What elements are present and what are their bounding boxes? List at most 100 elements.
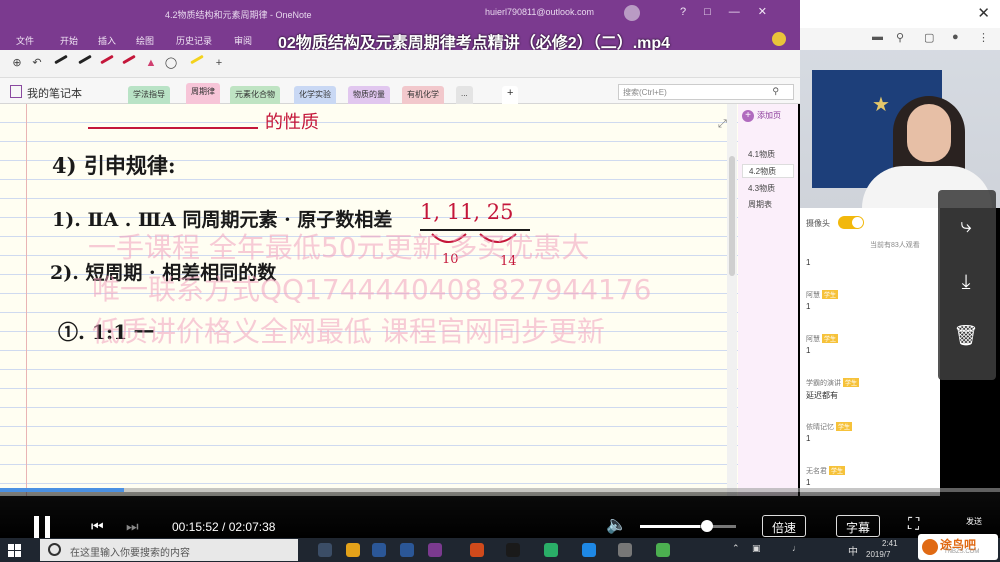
watermark-line-2: 唯一联系方式QQ1744440408 827944176	[92, 273, 652, 306]
menu-home[interactable]: 开始	[60, 34, 78, 47]
windows-taskbar: 在这里输入你要搜索的内容 ⌃ ▣ ♩ 中 2:41 2019/7	[0, 538, 1000, 562]
page-list-panel	[738, 104, 798, 496]
fullscreen-icon[interactable]: ⛶	[908, 516, 919, 534]
search-icon[interactable]: ⚲	[772, 86, 779, 97]
qq-icon[interactable]	[506, 543, 520, 557]
role-badge: 学生	[836, 422, 853, 431]
watermark-line-1: 一手课程 全年最低50元更新 多买优惠大	[88, 231, 590, 264]
tab-more[interactable]: ...	[456, 86, 473, 104]
site-badge: 途鸟吧 TNBZS.COM	[918, 534, 998, 560]
menu-history[interactable]: 历史记录	[176, 34, 212, 47]
menu-review[interactable]: 审阅	[234, 34, 252, 47]
scrollbar-thumb[interactable]	[729, 156, 735, 276]
total-time: 02:07:38	[228, 520, 276, 534]
account-email[interactable]: huierl790811@outlook.com	[485, 7, 594, 17]
expand-icon[interactable]: ⤢	[718, 118, 727, 131]
page-item-4-2[interactable]: 4.2物质	[742, 164, 794, 178]
pause-icon[interactable]	[32, 516, 52, 538]
taskbar-search[interactable]: 在这里输入你要搜索的内容	[40, 539, 298, 561]
chrome-icon[interactable]	[656, 543, 670, 557]
highlighter-icon[interactable]	[190, 54, 204, 65]
powerpoint-icon[interactable]	[470, 543, 484, 557]
page-item-periodic-table[interactable]: 周期表	[742, 198, 794, 212]
tray-chevron-icon[interactable]: ⌃	[732, 543, 740, 554]
cortana-icon[interactable]	[48, 543, 61, 556]
undo-icon[interactable]: ↶	[30, 56, 44, 70]
account-avatar[interactable]	[624, 5, 640, 21]
ime-indicator[interactable]: 中	[848, 543, 858, 558]
tab-section-experiment[interactable]: 化学实验	[294, 86, 336, 104]
clock-date[interactable]: 2019/7	[866, 550, 890, 559]
tab-section-periodic[interactable]: 周期律	[186, 83, 220, 104]
share-icon[interactable]: ⤷	[952, 212, 980, 240]
close-icon[interactable]: ✕	[977, 4, 990, 22]
role-badge: 学生	[829, 466, 846, 475]
volume-fill	[640, 525, 701, 528]
network-icon[interactable]: ▣	[752, 543, 761, 554]
trash-icon[interactable]: 🗑	[952, 322, 980, 350]
task-view-icon[interactable]	[318, 543, 332, 557]
tab-section-guide[interactable]: 学法指导	[128, 86, 170, 104]
author-name: 无名君	[806, 468, 827, 475]
window-icon[interactable]: ▢	[924, 31, 934, 44]
page-margin-line	[26, 104, 27, 496]
add-section-button[interactable]: +	[502, 86, 519, 104]
draw-toolbar: ⊕ ↶ ▲ ◯ +	[0, 50, 800, 78]
page-scrollbar[interactable]	[727, 104, 737, 496]
tab-section-organic[interactable]: 有机化学	[402, 86, 444, 104]
chat-message-text: 1	[806, 302, 811, 311]
windows-start-icon[interactable]	[8, 544, 21, 557]
role-badge: 学生	[843, 378, 860, 387]
obs-icon[interactable]	[618, 543, 632, 557]
pen-black-2-icon[interactable]	[78, 54, 92, 65]
search-placeholder: 搜索(Ctrl+E)	[623, 88, 667, 97]
minus-icon[interactable]: ▬	[872, 31, 883, 43]
lasso-icon[interactable]: ⊕	[10, 56, 24, 70]
user-icon[interactable]: ●	[952, 31, 959, 43]
chat-message-text: 1	[806, 258, 811, 267]
window-controls[interactable]: ?□—✕	[680, 5, 785, 18]
store-icon[interactable]	[400, 543, 414, 557]
author-name: 阿慧	[806, 292, 820, 299]
pen-red-icon[interactable]	[100, 54, 114, 65]
tab-section-compounds[interactable]: 元素化合物	[230, 86, 280, 104]
wechat-icon[interactable]	[544, 543, 558, 557]
notebook-bar: 我的笔记本 学法指导 周期律 元素化合物 化学实验 物质的量 有机化学 ... …	[0, 78, 800, 104]
page-item-4-1[interactable]: 4.1物质	[742, 148, 794, 162]
screen: 4.2物质结构和元素周期律 - OneNote huierl790811@out…	[0, 0, 1000, 562]
explorer-icon[interactable]	[346, 543, 360, 557]
camera-toggle[interactable]	[838, 216, 864, 229]
volume-knob[interactable]	[701, 520, 713, 532]
send-label[interactable]: 发送	[966, 516, 982, 527]
search-box[interactable]: 搜索(Ctrl+E) ⚲	[618, 84, 794, 100]
speed-button[interactable]: 倍速	[762, 515, 807, 537]
menu-file[interactable]: 文件	[16, 34, 34, 47]
volume-icon[interactable]: 🔈	[606, 515, 627, 535]
edge-icon[interactable]	[582, 543, 596, 557]
page-item-4-3[interactable]: 4.3物质	[742, 182, 794, 196]
add-page-button[interactable]: 添加页	[742, 110, 781, 122]
tab-section-moles[interactable]: 物质的量	[348, 86, 390, 104]
next-icon[interactable]: ⏭	[126, 518, 144, 534]
pen-black-icon[interactable]	[54, 54, 68, 65]
add-pen-icon[interactable]: +	[212, 56, 226, 70]
pen-red-2-icon[interactable]	[122, 54, 136, 65]
shapes-icon[interactable]: ◯	[164, 56, 178, 70]
download-icon[interactable]: ⤓	[952, 268, 980, 296]
word-icon[interactable]	[372, 543, 386, 557]
menu-draw[interactable]: 绘图	[136, 34, 154, 47]
onenote-icon[interactable]	[428, 543, 442, 557]
menu-icon[interactable]: ⋮	[978, 31, 989, 44]
previous-icon[interactable]: ⏮	[91, 518, 109, 534]
zoom-icon[interactable]: ⚲	[896, 31, 904, 44]
clock-time[interactable]: 2:41	[882, 539, 898, 548]
author-name: 阿慧	[806, 336, 820, 343]
eraser-icon[interactable]: ▲	[144, 56, 158, 70]
smiley-icon[interactable]	[772, 32, 786, 46]
chat-message-author: 依晴记忆 学生	[806, 422, 853, 432]
subtitle-button[interactable]: 字幕	[836, 515, 881, 537]
menu-insert[interactable]: 插入	[98, 34, 116, 47]
notebook-selector[interactable]: 我的笔记本	[10, 85, 82, 101]
teacher-face	[907, 104, 951, 162]
speaker-icon[interactable]: ♩	[792, 543, 801, 553]
